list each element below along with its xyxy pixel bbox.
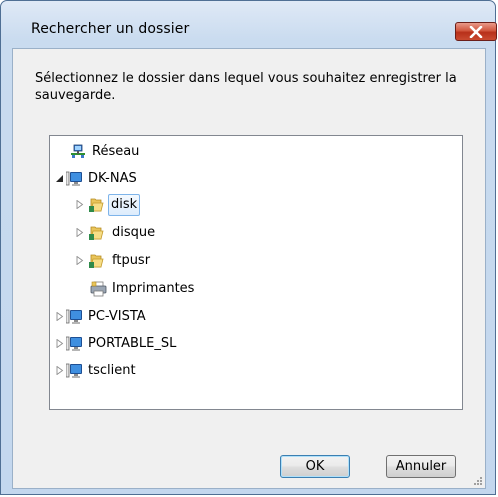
tree-item-label: Imprimantes xyxy=(112,281,195,296)
title-bar[interactable]: Rechercher un dossier xyxy=(1,1,497,41)
computer-icon xyxy=(65,309,82,325)
tree-item-tsclient[interactable]: tsclient xyxy=(56,360,176,382)
close-button[interactable] xyxy=(455,22,497,41)
collapsed-arrow-icon[interactable] xyxy=(56,366,64,375)
expanded-arrow-icon[interactable] xyxy=(56,174,64,183)
folder-tree[interactable]: Réseau DK-NAS disk disque ftpusr Imprima… xyxy=(49,135,463,410)
tree-item-label: PORTABLE_SL xyxy=(88,336,177,351)
collapsed-arrow-icon[interactable] xyxy=(76,228,84,237)
tree-item-label: disk xyxy=(108,194,141,216)
tree-item-reseau[interactable]: Réseau xyxy=(56,141,176,163)
close-icon xyxy=(469,26,483,38)
tree-item-imprimantes[interactable]: Imprimantes xyxy=(76,278,236,300)
folder-icon xyxy=(88,253,104,269)
collapsed-arrow-icon[interactable] xyxy=(76,200,84,209)
collapsed-arrow-icon[interactable] xyxy=(56,312,64,321)
collapsed-arrow-icon[interactable] xyxy=(56,339,64,348)
tree-item-disque[interactable]: disque xyxy=(76,222,196,244)
tree-item-label: PC-VISTA xyxy=(88,309,146,324)
tree-item-label: disque xyxy=(112,225,156,240)
tree-item-label: DK-NAS xyxy=(88,171,137,186)
computer-icon xyxy=(65,171,82,187)
computer-icon xyxy=(65,336,82,352)
network-icon xyxy=(70,144,86,160)
tree-item-portable-sl[interactable]: PORTABLE_SL xyxy=(56,333,216,355)
instructions-text: Sélectionnez le dossier dans lequel vous… xyxy=(35,71,457,103)
tree-item-disk[interactable]: disk xyxy=(76,194,196,216)
cancel-button[interactable]: Annuler xyxy=(386,455,456,478)
browse-folder-dialog: Rechercher un dossier Sélectionnez le do… xyxy=(0,0,497,495)
tree-item-label: tsclient xyxy=(88,363,136,378)
resize-grip-icon[interactable] xyxy=(473,476,483,486)
tree-item-dk-nas[interactable]: DK-NAS xyxy=(56,168,176,190)
collapsed-arrow-icon[interactable] xyxy=(76,256,84,265)
folder-icon xyxy=(88,225,104,241)
folder-icon xyxy=(88,197,104,213)
tree-item-pc-vista[interactable]: PC-VISTA xyxy=(56,306,196,328)
ok-button[interactable]: OK xyxy=(280,455,350,478)
dialog-content: Sélectionnez le dossier dans lequel vous… xyxy=(12,48,486,489)
tree-item-label: Réseau xyxy=(92,144,140,159)
dialog-title: Rechercher un dossier xyxy=(31,21,190,37)
computer-icon xyxy=(65,363,82,379)
printer-icon xyxy=(90,281,107,297)
tree-item-label: ftpusr xyxy=(112,253,151,268)
tree-item-ftpusr[interactable]: ftpusr xyxy=(76,250,196,272)
